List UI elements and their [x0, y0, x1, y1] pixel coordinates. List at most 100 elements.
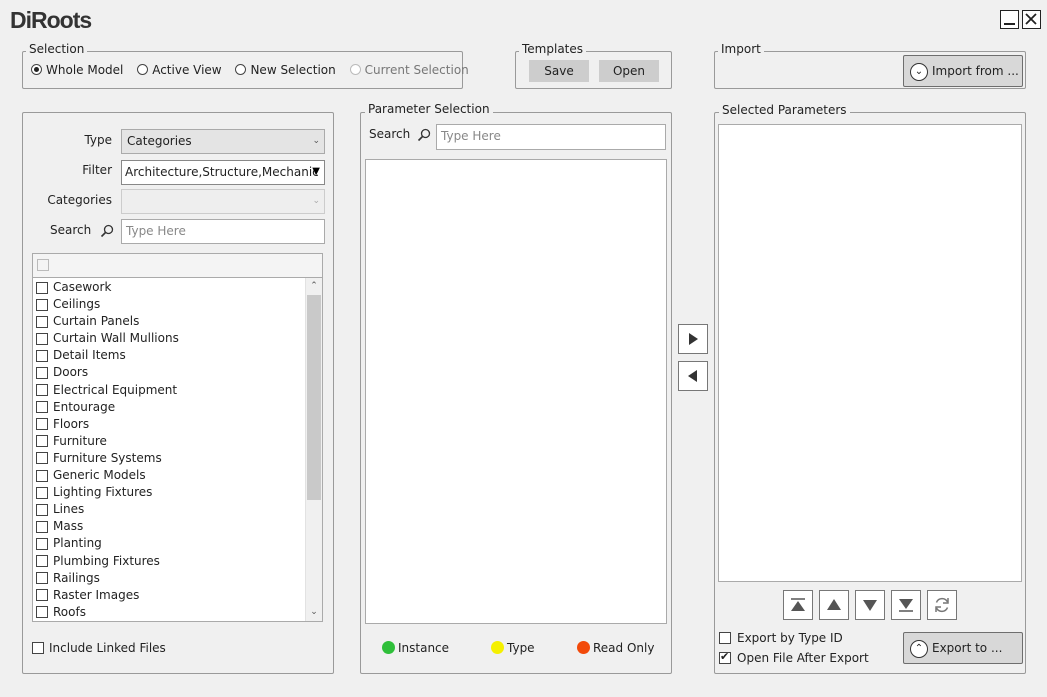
item-checkbox[interactable]: [36, 537, 48, 550]
item-checkbox[interactable]: [36, 298, 48, 311]
item-checkbox[interactable]: [36, 366, 48, 379]
category-scrollbar[interactable]: ⌃ ⌄: [305, 278, 322, 621]
item-checkbox[interactable]: [36, 418, 48, 431]
selected-legend: Selected Parameters: [719, 103, 850, 117]
list-item[interactable]: Casework: [33, 279, 306, 296]
instance-dot: [382, 641, 395, 654]
move-down-button[interactable]: [855, 590, 885, 620]
item-checkbox[interactable]: [36, 332, 48, 345]
scroll-thumb[interactable]: [307, 295, 321, 500]
item-label: Entourage: [53, 399, 116, 414]
item-checkbox[interactable]: [36, 469, 48, 482]
item-checkbox[interactable]: [36, 486, 48, 499]
include-linked-files-checkbox[interactable]: Include Linked Files: [32, 640, 166, 655]
item-label: Curtain Wall Mullions: [53, 331, 179, 346]
parameter-search-input[interactable]: Type Here: [436, 124, 666, 150]
item-checkbox[interactable]: [36, 315, 48, 328]
categories-combobox[interactable]: ⌄: [121, 189, 325, 214]
save-template-button[interactable]: Save: [529, 60, 589, 82]
radio-new-selection[interactable]: New Selection: [235, 62, 336, 77]
item-checkbox[interactable]: [36, 401, 48, 414]
category-search-input[interactable]: Type Here: [121, 219, 325, 244]
radio-whole-model[interactable]: Whole Model: [31, 62, 123, 77]
category-items: Casework Ceilings Curtain Panels Curtain Wa…: [33, 279, 306, 621]
list-item[interactable]: Floors: [33, 416, 306, 433]
item-checkbox[interactable]: [36, 349, 48, 362]
item-checkbox[interactable]: [36, 435, 48, 448]
item-checkbox[interactable]: [36, 503, 48, 516]
item-label: Planting: [53, 536, 102, 551]
radio-indicator: [137, 64, 149, 75]
select-all-checkbox[interactable]: [37, 259, 49, 271]
list-item[interactable]: Raster Images: [33, 587, 306, 604]
scroll-down-icon[interactable]: ⌄: [306, 604, 322, 621]
item-checkbox[interactable]: [36, 572, 48, 585]
item-label: Plumbing Fixtures: [53, 553, 160, 568]
close-button[interactable]: [1022, 10, 1041, 29]
import-from-button[interactable]: ⌄ Import from ...: [903, 55, 1023, 87]
item-checkbox[interactable]: [36, 384, 48, 397]
list-item[interactable]: Roofs: [33, 604, 306, 621]
selected-parameter-list[interactable]: [718, 124, 1022, 582]
list-item[interactable]: Doors: [33, 364, 306, 381]
open-file-after-export-checkbox[interactable]: Open File After Export: [719, 650, 869, 665]
list-item[interactable]: Lighting Fixtures: [33, 484, 306, 501]
remove-parameter-button[interactable]: [678, 361, 708, 391]
item-checkbox[interactable]: [36, 606, 48, 619]
item-label: Roofs: [53, 604, 86, 619]
list-item[interactable]: Mass: [33, 518, 306, 535]
scroll-up-icon[interactable]: ⌃: [306, 278, 322, 295]
list-item[interactable]: Detail Items: [33, 347, 306, 364]
item-label: Generic Models: [53, 468, 146, 483]
open-template-button[interactable]: Open: [599, 60, 659, 82]
type-combobox[interactable]: Categories ⌄: [121, 129, 325, 154]
checkbox-box: [32, 641, 44, 654]
item-checkbox[interactable]: [36, 452, 48, 465]
item-checkbox[interactable]: [36, 555, 48, 567]
list-item[interactable]: Furniture: [33, 433, 306, 450]
item-checkbox[interactable]: [36, 281, 48, 294]
refresh-icon: [935, 597, 949, 613]
list-item[interactable]: Railings: [33, 570, 306, 587]
list-item[interactable]: Plumbing Fixtures: [33, 553, 306, 570]
selection-options: Whole Model Active View New Selection Cu…: [31, 62, 469, 77]
checkbox-box: [719, 631, 731, 644]
list-header: [33, 254, 322, 278]
app-logo: DiRoots: [10, 7, 92, 33]
filter-combobox[interactable]: Architecture,Structure,Mechanic ▼: [121, 160, 325, 185]
list-item[interactable]: Planting: [33, 535, 306, 552]
templates-legend: Templates: [519, 42, 587, 56]
radio-active-view[interactable]: Active View: [137, 62, 222, 77]
item-label: Detail Items: [53, 348, 126, 363]
categories-label: Categories: [47, 193, 112, 207]
filter-label: Filter: [82, 163, 112, 177]
list-item[interactable]: Lines: [33, 501, 306, 518]
move-to-bottom-icon: [899, 599, 913, 612]
list-item[interactable]: Furniture Systems: [33, 450, 306, 467]
export-to-button[interactable]: ⌃ Export to ...: [903, 632, 1023, 664]
minimize-button[interactable]: [1000, 10, 1019, 29]
caret-down-icon: ▼: [312, 166, 320, 177]
import-legend: Import: [718, 42, 764, 56]
move-top-button[interactable]: [783, 590, 813, 620]
list-item[interactable]: Entourage: [33, 399, 306, 416]
list-item[interactable]: Curtain Wall Mullions: [33, 330, 306, 347]
list-item[interactable]: Ceilings: [33, 296, 306, 313]
list-item[interactable]: Generic Models: [33, 467, 306, 484]
export-by-type-id-checkbox[interactable]: Export by Type ID: [719, 630, 843, 645]
list-item[interactable]: Electrical Equipment: [33, 382, 306, 399]
play-right-icon: [689, 333, 698, 345]
checkbox-box: [719, 650, 731, 664]
item-checkbox[interactable]: [36, 589, 48, 602]
item-checkbox[interactable]: [36, 520, 48, 533]
move-up-button[interactable]: [819, 590, 849, 620]
list-item[interactable]: Curtain Panels: [33, 313, 306, 330]
read-only-dot: [577, 641, 590, 654]
add-parameter-button[interactable]: [678, 324, 708, 354]
chevron-down-icon: ⌄: [312, 136, 320, 146]
item-label: Electrical Equipment: [53, 382, 178, 397]
move-bottom-button[interactable]: [891, 590, 921, 620]
parameter-list[interactable]: [365, 159, 667, 624]
refresh-button[interactable]: [927, 590, 957, 620]
minimize-icon: [1004, 23, 1015, 25]
